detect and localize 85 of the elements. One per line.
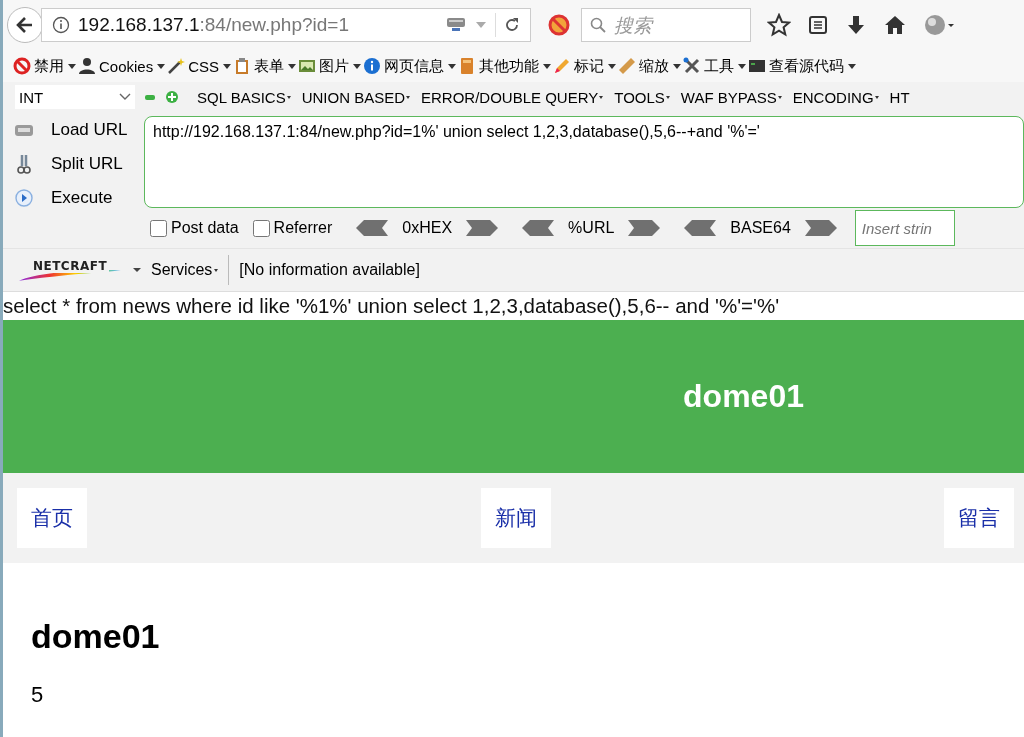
caret-icon (848, 63, 857, 69)
caret-icon (286, 95, 291, 99)
star-icon[interactable] (767, 13, 791, 37)
hackbar-menu[interactable]: SQL BASICS (197, 88, 291, 106)
image-icon (298, 57, 317, 75)
insert-field[interactable]: Insert strin (854, 210, 955, 246)
hackbar-menu[interactable]: WAF BYPASS (680, 88, 782, 106)
server-icon[interactable] (445, 16, 467, 34)
play-icon (13, 187, 35, 209)
left-chevron-icon (356, 220, 389, 236)
caret-icon (874, 95, 879, 99)
caret-icon (599, 95, 604, 99)
right-chevron-icon (466, 220, 499, 236)
netcraft-logo[interactable]: NETCRAFT (17, 258, 123, 282)
toolbar-menu[interactable]: 图片 (298, 56, 362, 76)
toolbar-menu[interactable]: 其他功能 (458, 56, 552, 76)
plus-icon[interactable] (165, 90, 179, 104)
blocked-icon[interactable] (547, 13, 571, 37)
services-menu[interactable]: Services (151, 261, 219, 279)
back-button[interactable] (7, 7, 43, 43)
hackbar-menu[interactable]: HT (889, 88, 910, 106)
reading-list-icon[interactable] (807, 14, 829, 36)
person-icon (78, 57, 96, 75)
search-field[interactable]: 搜索 (581, 8, 751, 42)
toolbar-menu[interactable]: 网页信息 (363, 56, 457, 76)
caret-icon (157, 63, 166, 69)
nav-link[interactable]: 留言 (944, 488, 1014, 548)
sql-query-text: select * from news where id like '%1%' union select 1,2,3,database(),5,6-- and '%'='%' (3, 293, 781, 319)
wand-icon (167, 57, 186, 75)
encoder-button[interactable]: 0xHEX (356, 219, 499, 237)
caret-icon (448, 63, 457, 69)
hackbar-menu[interactable]: TOOLS (614, 88, 670, 106)
url-field[interactable]: http://192.168.137.1:84/new.php?id=1%' union select 1,2,3,database(),5,6--+and '%'=' (144, 116, 1024, 208)
back-arrow-icon (15, 15, 35, 35)
nav-link[interactable]: 首页 (17, 488, 87, 548)
toolbar-menu[interactable]: 标记 (553, 56, 617, 76)
terminal-icon (748, 57, 767, 75)
right-chevron-icon (804, 220, 837, 236)
chevron-icon (119, 93, 131, 101)
right-chevron-icon (628, 220, 661, 236)
toolbar-menu[interactable]: 禁用 (13, 56, 76, 76)
netcraft-info: [No information available] (239, 261, 420, 279)
toolbar-menu[interactable]: 查看源代码 (748, 56, 857, 76)
checkbox-label: Referrer (273, 219, 333, 237)
hackbar-action[interactable]: Load URL (13, 118, 144, 142)
article-body: 5 (31, 682, 45, 708)
tools-icon (683, 57, 702, 75)
toolbar-menu[interactable]: Cookies (78, 57, 166, 75)
site-title: dome01 (683, 378, 804, 415)
left-chevron-icon (684, 220, 717, 236)
globe-icon[interactable] (923, 13, 955, 37)
encoding-select[interactable]: INT (15, 85, 135, 109)
encoder-button[interactable]: BASE64 (684, 219, 837, 237)
checkbox-label: Post data (171, 219, 239, 237)
caret-icon (223, 63, 232, 69)
url-text: 192.168.137.1:84/new.php?id=1 (78, 14, 350, 36)
hackbar-menu[interactable]: UNION BASED (301, 88, 410, 106)
caret-icon (543, 63, 552, 69)
hackbar-menu[interactable]: ENCODING (792, 88, 879, 106)
download-icon[interactable] (845, 14, 867, 36)
caret-icon[interactable] (133, 267, 141, 273)
caret-icon (406, 95, 410, 99)
home-icon[interactable] (883, 14, 907, 36)
caret-icon (777, 95, 782, 99)
ruler-icon (618, 57, 637, 75)
article-title: dome01 (31, 617, 161, 656)
nav-link[interactable]: 新闻 (480, 488, 551, 548)
left-chevron-icon (522, 220, 555, 236)
hackbar-action[interactable]: Execute (13, 186, 144, 210)
forbidden-icon (13, 57, 31, 75)
caret-icon (665, 95, 670, 99)
info-icon (363, 57, 382, 75)
option-checkbox[interactable] (252, 219, 270, 237)
encoder-button[interactable]: %URL (522, 219, 661, 237)
toolbar-menu[interactable]: CSS (167, 57, 232, 75)
option-checkbox[interactable] (150, 219, 167, 237)
address-bar[interactable]: 192.168.137.1:84/new.php?id=1 (41, 8, 531, 42)
info-icon[interactable] (52, 16, 70, 34)
toolbar-menu[interactable]: 缩放 (618, 56, 682, 76)
search-icon (590, 17, 606, 33)
pencil-icon (553, 57, 572, 75)
caret-icon (214, 268, 219, 272)
hackbar-action[interactable]: Split URL (13, 152, 144, 176)
reload-icon[interactable] (504, 17, 520, 33)
hackbar-menu[interactable]: ERROR/DOUBLE QUERY (421, 88, 604, 106)
